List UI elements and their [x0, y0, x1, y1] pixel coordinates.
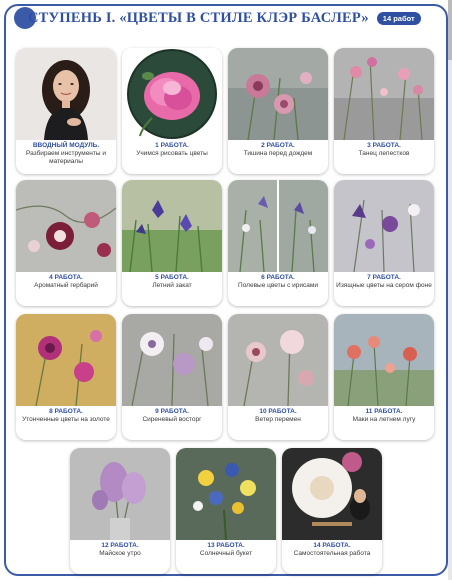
painting-image	[122, 180, 222, 272]
painting-image	[334, 314, 434, 406]
painting-image	[176, 448, 276, 540]
card-intro[interactable]: ВВОДНЫЙ МОДУЛЬ. Разбираем инструменты и …	[16, 48, 116, 174]
scrollbar-thumb[interactable]	[448, 0, 452, 60]
card-title: Майское утро	[99, 550, 141, 557]
card-title: Солнечный букет	[199, 550, 253, 557]
card-work-6[interactable]: 6 РАБОТА. Полевые цветы с ирисами	[228, 180, 328, 306]
card-number: 8 РАБОТА.	[49, 408, 83, 415]
card-title: Изящные цветы на сером фоне	[336, 282, 432, 289]
card-title: Утонченные цветы на золоте	[22, 416, 110, 423]
card-number: 6 РАБОТА.	[261, 274, 295, 281]
card-work-2[interactable]: 2 РАБОТА. Тишина перед дождем	[228, 48, 328, 174]
painting-image	[70, 448, 170, 540]
card-work-1[interactable]: 1 РАБОТА. Учимся рисовать цветы	[122, 48, 222, 174]
card-number: 9 РАБОТА.	[155, 408, 189, 415]
card-number: 14 РАБОТА.	[313, 542, 351, 549]
painting-image	[16, 180, 116, 272]
card-work-7[interactable]: 7 РАБОТА. Изящные цветы на сером фоне	[334, 180, 434, 306]
painting-image	[228, 180, 328, 272]
card-number: 2 РАБОТА.	[261, 142, 295, 149]
card-number: 3 РАБОТА.	[367, 142, 401, 149]
card-title: Разбираем инструменты и материалы	[26, 150, 106, 165]
card-title: Полевые цветы с ирисами	[238, 282, 318, 289]
card-number: ВВОДНЫЙ МОДУЛЬ.	[32, 142, 100, 149]
card-work-4[interactable]: 4 РАБОТА. Ароматный гербарий	[16, 180, 116, 306]
card-work-12[interactable]: 12 РАБОТА. Майское утро	[70, 448, 170, 574]
card-number: 11 РАБОТА.	[365, 408, 403, 415]
works-grid: ВВОДНЫЙ МОДУЛЬ. Разбираем инструменты и …	[0, 0, 452, 580]
card-work-5[interactable]: 5 РАБОТА. Летний закат	[122, 180, 222, 306]
card-title: Летний закат	[152, 282, 192, 289]
card-work-10[interactable]: 10 РАБОТА. Ветер перемен	[228, 314, 328, 440]
card-title: Маки на летнем лугу	[352, 416, 416, 423]
card-title: Ароматный гербарий	[34, 282, 98, 289]
painting-image	[16, 314, 116, 406]
painting-image	[228, 314, 328, 406]
card-number: 12 РАБОТА.	[101, 542, 139, 549]
card-number: 13 РАБОТА.	[207, 542, 245, 549]
card-work-13[interactable]: 13 РАБОТА. Солнечный букет	[176, 448, 276, 574]
card-number: 7 РАБОТА.	[367, 274, 401, 281]
painting-image	[228, 48, 328, 140]
painting-image	[282, 448, 382, 540]
card-number: 1 РАБОТА.	[155, 142, 189, 149]
painting-image	[334, 180, 434, 272]
portrait-image	[16, 48, 116, 140]
card-number: 4 РАБОТА.	[49, 274, 83, 281]
card-title: Сиреневый восторг	[142, 416, 202, 423]
card-work-9[interactable]: 9 РАБОТА. Сиреневый восторг	[122, 314, 222, 440]
scrollbar[interactable]	[448, 0, 452, 580]
card-number: 10 РАБОТА.	[259, 408, 297, 415]
card-work-11[interactable]: 11 РАБОТА. Маки на летнем лугу	[334, 314, 434, 440]
card-title: Тишина перед дождем	[243, 150, 313, 157]
card-title: Танец лепестков	[358, 150, 410, 157]
card-number: 5 РАБОТА.	[155, 274, 189, 281]
card-work-8[interactable]: 8 РАБОТА. Утонченные цветы на золоте	[16, 314, 116, 440]
painting-image	[122, 314, 222, 406]
peony-image	[122, 48, 222, 140]
card-work-3[interactable]: 3 РАБОТА. Танец лепестков	[334, 48, 434, 174]
painting-image	[334, 48, 434, 140]
card-title: Учимся рисовать цветы	[136, 150, 208, 157]
card-title: Ветер перемен	[255, 416, 301, 423]
card-title: Самостоятельная работа	[293, 550, 371, 557]
card-work-14[interactable]: 14 РАБОТА. Самостоятельная работа	[282, 448, 382, 574]
